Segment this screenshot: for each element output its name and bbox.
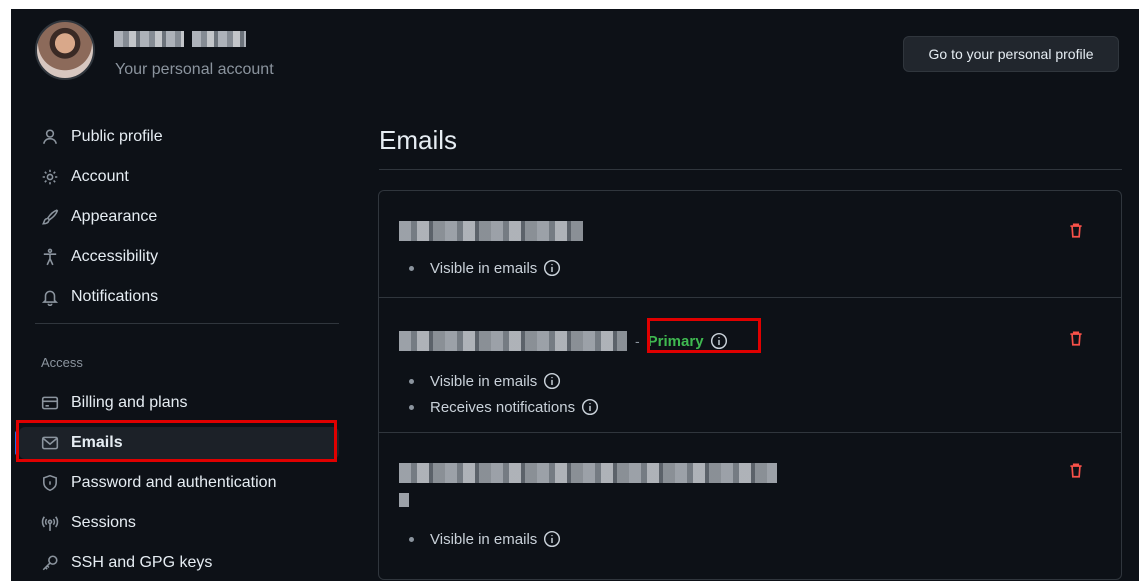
attribute-label: Receives notifications <box>430 398 576 416</box>
email-attribute: Visible in emails <box>409 372 561 390</box>
mail-icon <box>41 434 59 452</box>
email-attribute: Visible in emails <box>409 259 561 277</box>
sidebar-heading-access: Access <box>41 355 83 370</box>
bell-icon <box>41 288 59 306</box>
redacted-text <box>192 31 246 47</box>
sidebar-item-appearance[interactable]: Appearance <box>19 201 339 233</box>
sidebar-item-account[interactable]: Account <box>19 161 339 193</box>
email-row: Visible in emails <box>379 433 1121 579</box>
sidebar-item-password-authentication[interactable]: Password and authentication <box>19 467 339 499</box>
account-subtitle: Your personal account <box>115 61 274 78</box>
sidebar-item-label: Account <box>71 168 129 185</box>
sidebar-item-accessibility[interactable]: Accessibility <box>19 241 339 273</box>
redacted-text <box>399 463 777 483</box>
avatar[interactable] <box>35 20 95 80</box>
sidebar-item-sessions[interactable]: Sessions <box>19 507 339 539</box>
redacted-text <box>114 31 184 47</box>
email-row: Visible in emails <box>379 191 1121 298</box>
email-attribute: Visible in emails <box>409 530 561 548</box>
sidebar-item-public-profile[interactable]: Public profile <box>19 121 339 153</box>
sidebar-item-emails[interactable]: Emails <box>15 427 339 459</box>
email-attribute: Receives notifications <box>409 398 599 416</box>
bullet-dot <box>409 265 414 271</box>
primary-label: Primary <box>647 332 704 350</box>
top-caption-strip <box>0 0 1139 2</box>
email-address-redacted <box>399 463 777 483</box>
person-icon <box>41 128 59 146</box>
bullet-dot <box>409 378 414 384</box>
sidebar-item-label: Emails <box>71 434 123 451</box>
accessibility-icon <box>41 248 59 266</box>
sidebar-item-label: Accessibility <box>71 248 159 265</box>
sidebar-item-label: Password and authentication <box>71 474 277 491</box>
sidebar-item-label: Public profile <box>71 128 163 145</box>
paintbrush-icon <box>41 208 59 226</box>
primary-badge: Primary <box>648 332 728 350</box>
info-icon[interactable] <box>581 398 599 416</box>
separator-dash: - <box>635 333 640 349</box>
gear-icon <box>41 168 59 186</box>
page-title: Emails <box>379 125 458 155</box>
info-icon[interactable] <box>543 372 561 390</box>
title-divider <box>379 169 1122 170</box>
trash-icon[interactable] <box>1067 221 1085 239</box>
email-address-redacted <box>399 221 583 241</box>
attribute-label: Visible in emails <box>430 530 538 548</box>
redacted-text <box>399 221 583 241</box>
settings-page: Your personal account Go to your persona… <box>11 9 1139 581</box>
bullet-dot <box>409 404 414 410</box>
sidebar-item-billing[interactable]: Billing and plans <box>19 387 339 419</box>
key-icon <box>41 554 59 572</box>
sidebar-divider <box>35 323 339 324</box>
info-icon[interactable] <box>543 530 561 548</box>
trash-icon[interactable] <box>1067 461 1085 479</box>
redacted-text <box>399 331 627 351</box>
bullet-dot <box>409 536 414 542</box>
broadcast-icon <box>41 514 59 532</box>
info-icon[interactable] <box>710 332 728 350</box>
shield-lock-icon <box>41 474 59 492</box>
sidebar-item-label: Notifications <box>71 288 159 305</box>
email-list: Visible in emails - Primary Visible in e… <box>378 190 1122 580</box>
info-icon[interactable] <box>543 259 561 277</box>
redacted-text <box>399 493 409 507</box>
trash-icon[interactable] <box>1067 329 1085 347</box>
sidebar-item-label: SSH and GPG keys <box>71 554 213 571</box>
sidebar-item-label: Sessions <box>71 514 136 531</box>
attribute-label: Visible in emails <box>430 372 538 390</box>
email-address-redacted-wrap <box>399 493 409 507</box>
sidebar-item-label: Appearance <box>71 208 158 225</box>
account-name-redacted <box>114 31 246 47</box>
sidebar-item-notifications[interactable]: Notifications <box>19 281 339 313</box>
email-address-redacted: - Primary <box>399 331 728 351</box>
go-to-profile-button[interactable]: Go to your personal profile <box>903 36 1119 72</box>
email-row-primary: - Primary Visible in emails Receives not… <box>379 298 1121 433</box>
sidebar-item-label: Billing and plans <box>71 394 188 411</box>
sidebar-item-ssh-gpg-keys[interactable]: SSH and GPG keys <box>19 547 339 579</box>
credit-card-icon <box>41 394 59 412</box>
attribute-label: Visible in emails <box>430 259 538 277</box>
